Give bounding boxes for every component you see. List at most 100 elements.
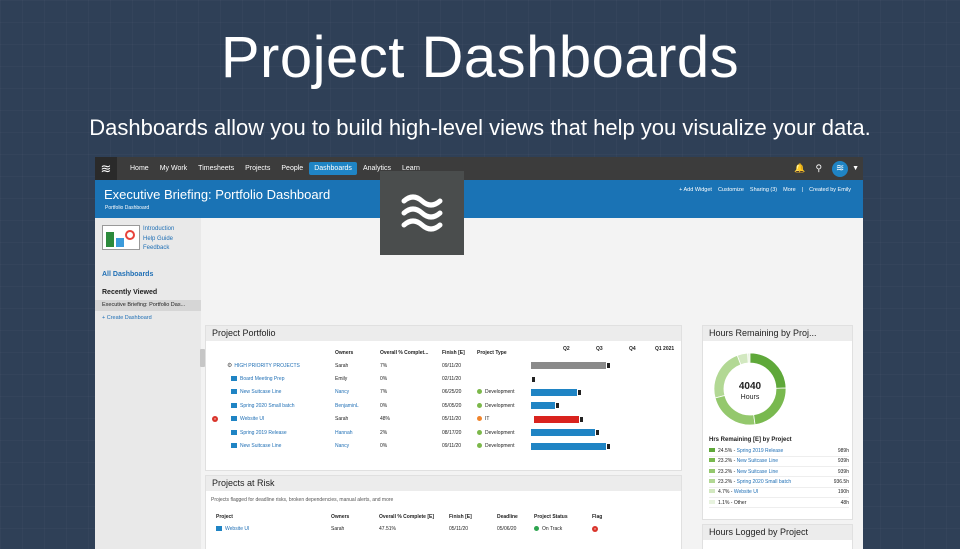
legend-row[interactable]: 24.5% - Spring 2019 Release 989h: [709, 446, 849, 457]
project-link[interactable]: New Suitcase Line: [240, 443, 281, 449]
breadcrumb[interactable]: Portfolio Dashboard: [105, 205, 149, 211]
folder-icon: [231, 402, 237, 408]
app-logo-icon[interactable]: ≋: [95, 157, 117, 180]
project-link[interactable]: Board Meeting Prep: [240, 376, 284, 382]
sidebar-create-dashboard[interactable]: + Create Dashboard: [102, 315, 152, 321]
table-row[interactable]: New Suitcase Line Nancy 0% 09/11/20 Developm…: [212, 439, 677, 452]
header-action[interactable]: Sharing (3): [750, 187, 777, 193]
nav-item-timesheets[interactable]: Timesheets: [193, 162, 239, 175]
table-row[interactable]: Spring 2019 Release Hannah 2% 08/17/20 Devel…: [212, 426, 677, 439]
table-row[interactable]: ⚙ HIGH PRIORITY PROJECTS Sarah 7% 09/11/20: [212, 359, 677, 372]
gantt-bar[interactable]: [533, 415, 584, 423]
widget-title: Hours Remaining by Proj...: [703, 326, 852, 341]
owner-cell[interactable]: Hannah: [335, 426, 380, 439]
status-dot-icon: [534, 526, 539, 531]
header-action[interactable]: Created by Emily: [809, 187, 851, 193]
legend-project[interactable]: Spring 2019 Release: [737, 448, 784, 454]
owner-cell[interactable]: BenjaminL: [335, 399, 380, 412]
project-link[interactable]: Spring 2019 Release: [240, 430, 287, 436]
project-link[interactable]: HIGH PRIORITY PROJECTS: [234, 363, 299, 369]
gantt-bar[interactable]: [531, 429, 600, 437]
status-label: On Track: [542, 526, 563, 532]
legend-label-cell: 1.1% - Other: [709, 497, 828, 509]
project-link[interactable]: Website UI: [225, 526, 249, 532]
folder-icon: [231, 443, 237, 449]
sidebar-link[interactable]: Introduction: [143, 225, 174, 235]
projects-at-risk-widget: Projects at Risk Projects flagged for de…: [205, 475, 682, 549]
pct-cell: 47.51%: [379, 526, 396, 532]
sidebar-all-dashboards[interactable]: All Dashboards: [102, 271, 153, 278]
flag-icon[interactable]: ×: [592, 526, 598, 532]
owner-cell[interactable]: Nancy: [335, 439, 380, 452]
sidebar-recent-item[interactable]: Executive Briefing: Portfolio Das...: [95, 300, 201, 311]
legend-project[interactable]: Website UI: [734, 489, 758, 495]
finish-cell: 05/05/20: [442, 402, 462, 409]
header-action[interactable]: More: [783, 187, 796, 193]
donut-slice[interactable]: [713, 354, 742, 399]
table-row[interactable]: Board Meeting Prep Emily 0% 02/11/20: [212, 372, 677, 385]
legend-pct: 23.2%: [718, 458, 733, 465]
project-link[interactable]: New Suitcase Line: [240, 389, 281, 395]
legend-swatch: [709, 489, 715, 494]
legend-value: 939h: [827, 466, 849, 478]
col-header: [212, 346, 335, 359]
dashboard-thumbnail: [102, 225, 140, 250]
deadline-cell: 05/06/20: [497, 526, 517, 532]
gantt-track: [531, 413, 677, 426]
legend-swatch: [709, 458, 715, 463]
legend-row[interactable]: 23.2% - New Suitcase Line 939h: [709, 466, 849, 478]
owner-cell: Emily: [335, 376, 348, 383]
legend-row[interactable]: 23.2% - New Suitcase Line 939h: [709, 456, 849, 468]
donut-center-value: 4040: [739, 381, 762, 392]
nav-item-projects[interactable]: Projects: [240, 162, 275, 175]
nav-item-my-work[interactable]: My Work: [155, 162, 192, 175]
table-row[interactable]: Spring 2020 Small batch BenjaminL 0% 05/05/…: [212, 399, 677, 412]
gantt-bar[interactable]: [531, 362, 612, 370]
gantt-end-marker: [531, 375, 536, 383]
table-row[interactable]: New Suitcase Line Nancy 7% 06/25/20 Developm…: [212, 386, 677, 399]
col-header: Project Status: [534, 514, 568, 520]
nav-item-people[interactable]: People: [276, 162, 308, 175]
avatar[interactable]: ≋: [832, 160, 849, 177]
chevron-down-icon[interactable]: ▼: [852, 165, 859, 172]
table-row[interactable]: Website UI Sarah 47.51% 05/11/20 05/06/20 On …: [216, 523, 622, 535]
legend-row[interactable]: 4.7% - Website UI 190h: [709, 487, 849, 498]
header-action[interactable]: + Add Widget: [679, 187, 712, 193]
col-header: Overall % Complete [E]: [379, 514, 435, 520]
gantt-bar[interactable]: [531, 442, 612, 450]
col-header: Finish [E]: [449, 514, 472, 520]
owner-cell[interactable]: Nancy: [335, 386, 380, 399]
bell-icon[interactable]: 🔔: [794, 163, 805, 174]
legend-row[interactable]: 1.1% - Other 48h: [709, 497, 849, 509]
col-header: Overall % Complet...: [380, 349, 429, 356]
nav-item-home[interactable]: Home: [125, 162, 154, 175]
nav-item-dashboards[interactable]: Dashboards: [309, 162, 357, 175]
project-link[interactable]: Spring 2020 Small batch: [240, 403, 294, 409]
legend-project[interactable]: New Suitcase Line: [737, 458, 778, 464]
sidebar-link[interactable]: Feedback: [143, 244, 174, 254]
sidebar-link[interactable]: Help Guide: [143, 235, 174, 245]
gantt-quarter-label: Q3: [596, 346, 603, 352]
table-row[interactable]: × Website UI Sarah 48% 05/11/20 IT: [212, 413, 677, 426]
header-actions: + Add Widget Customize Sharing (3) More | Cre…: [679, 187, 851, 193]
header-action[interactable]: Customize: [718, 187, 744, 193]
col-header: Deadline: [497, 514, 518, 520]
finish-cell: 05/11/20: [442, 416, 462, 423]
legend-project[interactable]: Spring 2020 Small batch: [737, 479, 791, 485]
finish-cell: 09/11/20: [442, 362, 462, 369]
gantt-track: [531, 373, 677, 386]
legend-pct: 23.2%: [718, 468, 733, 475]
legend-swatch: [709, 468, 715, 473]
type-cell: IT: [477, 413, 531, 426]
gantt-end-marker: [577, 388, 583, 396]
search-icon[interactable]: ⚲: [815, 163, 822, 174]
top-nav: ≋ Home My Work Timesheets Projects People Das…: [95, 157, 863, 180]
percent-cell: 7%: [380, 362, 388, 369]
percent-cell: 2%: [380, 429, 388, 436]
legend-row[interactable]: 23.2% - Spring 2020 Small batch 936.5h: [709, 476, 849, 488]
gantt-cell: [531, 372, 677, 385]
percent-cell: 48%: [380, 416, 391, 423]
project-link[interactable]: Website UI: [240, 416, 264, 422]
legend-project[interactable]: New Suitcase Line: [737, 469, 778, 475]
gantt-bar[interactable]: [531, 388, 583, 396]
